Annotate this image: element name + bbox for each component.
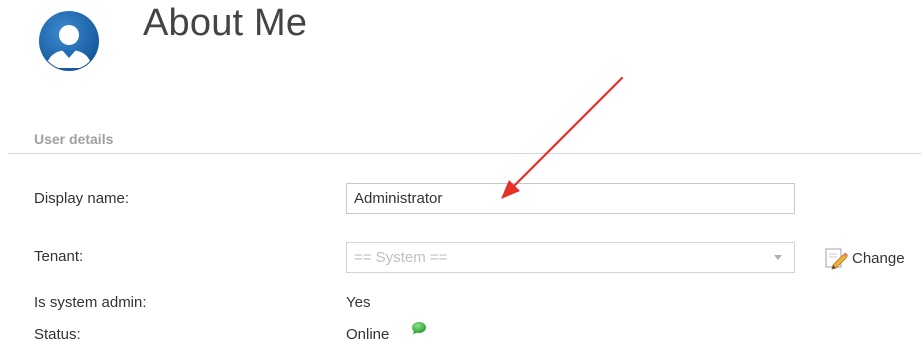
status-value: Online	[346, 326, 390, 343]
pencil-icon	[825, 248, 848, 270]
tenant-select[interactable]: == System ==	[346, 242, 795, 273]
chevron-down-icon	[774, 255, 782, 260]
display-name-label: Display name:	[34, 190, 130, 207]
display-name-input[interactable]	[346, 183, 795, 214]
change-tenant-button[interactable]: Change	[824, 246, 905, 270]
status-label: Status:	[34, 326, 81, 343]
change-button-label: Change	[852, 249, 905, 267]
online-status-icon	[412, 322, 426, 335]
system-admin-label: Is system admin:	[34, 294, 147, 311]
about-me-page: About Me User details Display name: Tena…	[0, 0, 921, 349]
section-divider	[8, 153, 921, 154]
tenant-label: Tenant:	[34, 248, 84, 265]
system-admin-value: Yes	[346, 294, 371, 311]
tenant-selected-value: == System ==	[354, 249, 448, 266]
section-title-user-details: User details	[34, 131, 114, 147]
page-title: About Me	[143, 2, 308, 44]
user-avatar-icon	[39, 11, 99, 71]
